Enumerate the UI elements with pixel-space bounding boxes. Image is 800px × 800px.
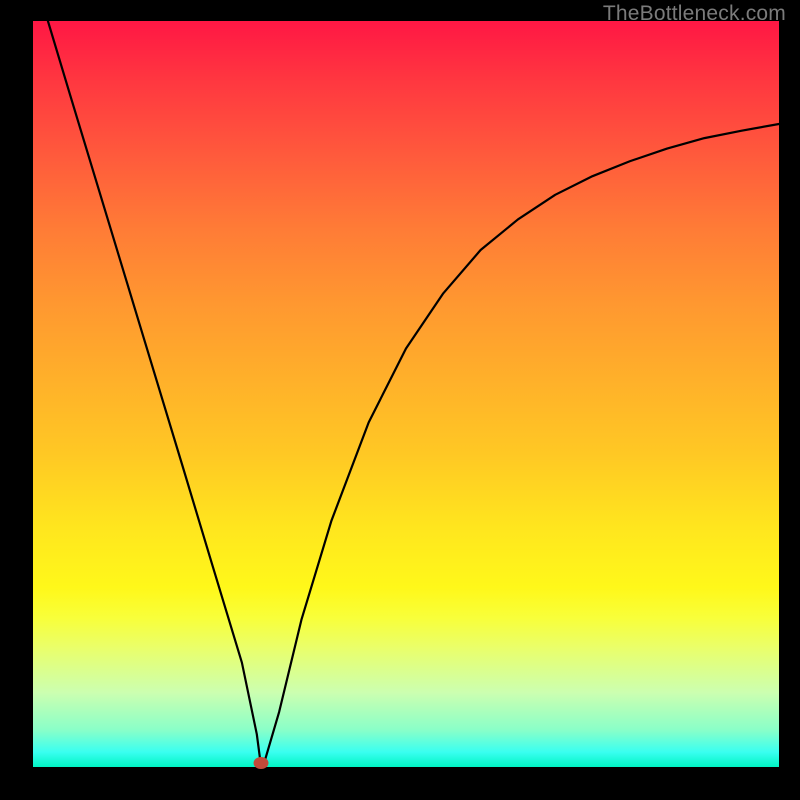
bottleneck-curve	[33, 21, 779, 767]
optimum-marker	[253, 757, 268, 769]
plot-area	[33, 21, 779, 767]
chart-frame: TheBottleneck.com	[0, 0, 800, 800]
watermark-text: TheBottleneck.com	[603, 2, 786, 26]
